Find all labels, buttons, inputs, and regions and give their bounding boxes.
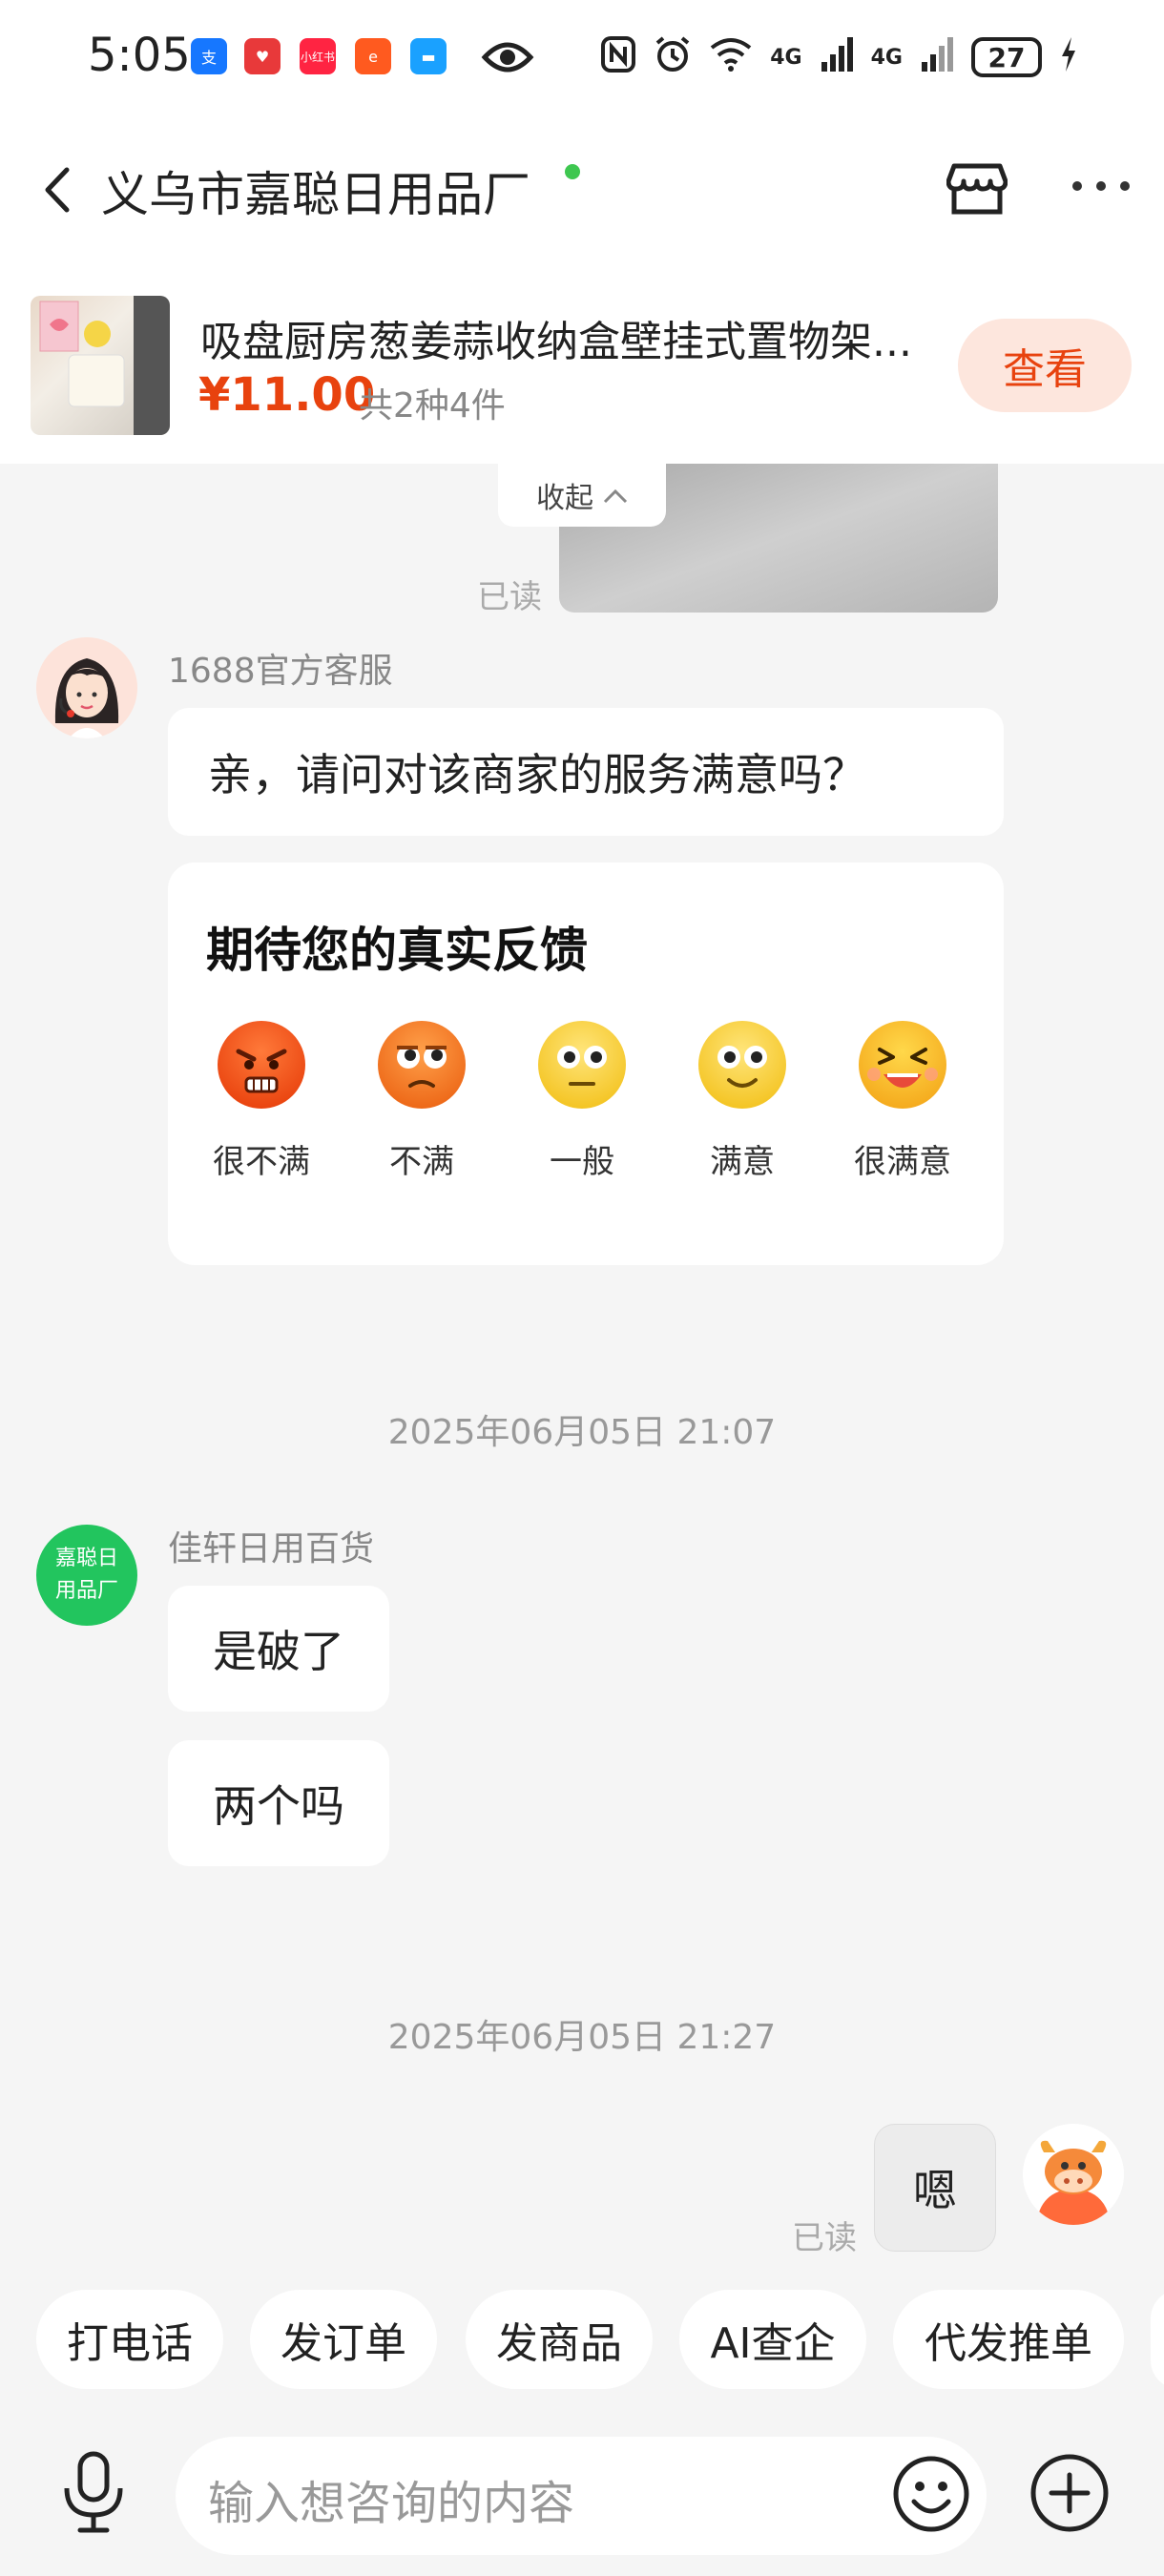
rating-label-neutral: 一般 [550,1143,614,1181]
message-input-placeholder: 输入想咨询的内容 [208,2477,575,2530]
service-message-bubble[interactable]: 亲，请问对该商家的服务满意吗？ [168,708,1004,836]
wifi-icon [709,36,753,79]
rating-label-dissatisfied: 不满 [389,1143,454,1181]
seller-sender-name: 佳轩日用百货 [168,1529,375,1568]
product-price: ¥11.00 [198,368,376,422]
seller-message-text: 是破了 [213,1626,344,1677]
signal-icon-2 [920,35,954,80]
store-icon[interactable] [946,160,1008,218]
online-status-dot [565,164,580,179]
back-icon[interactable] [38,166,76,214]
message-timestamp: 2025年06月05日 21:07 [387,1413,777,1452]
my-message-text: 嗯 [913,2165,957,2216]
rating-label-very-satisfied: 很满意 [854,1143,951,1181]
nfc-icon [600,35,636,80]
service-avatar[interactable] [36,637,137,738]
product-thumbnail[interactable] [31,296,170,435]
more-options-icon[interactable] [1072,181,1130,195]
alipay-icon: 支 [191,38,227,74]
seller-message-text: 两个吗 [213,1780,344,1832]
microphone-icon[interactable] [57,2450,130,2536]
taobao-icon: ♥ [244,38,281,74]
seller-message-bubble[interactable]: 两个吗 [168,1740,389,1866]
network-label-2: 4G [870,45,903,70]
rating-label-very-dissatisfied: 很不满 [213,1143,310,1181]
read-receipt: 已读 [477,578,542,616]
dropship-push-chip[interactable]: 代发推单 [893,2290,1124,2389]
battery-indicator: 27 [971,37,1042,77]
signal-icon-1 [820,35,854,80]
read-receipt: 已读 [792,2219,857,2257]
network-label-1: 4G [770,45,802,70]
call-chip[interactable]: 打电话 [36,2290,223,2389]
seller-avatar[interactable]: 嘉聪日用品厂 [36,1525,137,1626]
seller-avatar-text: 嘉聪日用品厂 [54,1547,118,1603]
status-time: 5:05 [88,29,191,82]
send-product-chip[interactable]: 发商品 [466,2290,653,2389]
dissatisfied-emoji-icon[interactable] [378,1021,466,1109]
product-name: 吸盘厨房葱姜蒜收纳盒壁挂式置物架... [200,318,912,366]
xiaohongshu-icon: 小红书 [300,38,336,74]
1688-app-icon: e [355,38,391,74]
seller-message-bubble[interactable]: 是破了 [168,1586,389,1712]
collapse-button[interactable]: 收起 [498,464,666,527]
page-title: 义乌市嘉聪日用品厂 [101,167,530,222]
rating-label-satisfied: 满意 [710,1143,775,1181]
ai-company-check-chip[interactable]: AI查企 [679,2290,866,2389]
service-message-text: 亲，请问对该商家的服务满意吗？ [208,749,866,800]
service-sender-name: 1688官方客服 [168,652,393,691]
eye-icon [481,38,534,80]
very-satisfied-emoji-icon[interactable] [859,1021,946,1109]
feedback-title: 期待您的真实反馈 [206,923,588,978]
status-right: 4G 4G 27 [600,32,1078,82]
view-product-button[interactable]: 查看 [958,319,1132,412]
add-icon[interactable] [1029,2452,1111,2534]
product-count: 共2种4件 [359,386,506,426]
satisfied-emoji-icon[interactable] [698,1021,786,1109]
charging-icon [1059,35,1078,80]
alarm-icon [654,35,692,80]
my-avatar[interactable] [1023,2124,1124,2225]
message-timestamp: 2025年06月05日 21:27 [387,2018,777,2057]
chevron-up-icon [603,479,628,512]
very-dissatisfied-emoji-icon[interactable] [218,1021,305,1109]
neutral-emoji-icon[interactable] [538,1021,626,1109]
more-chip[interactable] [1151,2290,1164,2389]
my-message-bubble[interactable]: 嗯 [874,2124,996,2252]
send-order-chip[interactable]: 发订单 [250,2290,437,2389]
collapse-label: 收起 [536,482,593,515]
message-app-icon: ▬ [410,38,447,74]
emoji-icon[interactable] [891,2454,971,2534]
